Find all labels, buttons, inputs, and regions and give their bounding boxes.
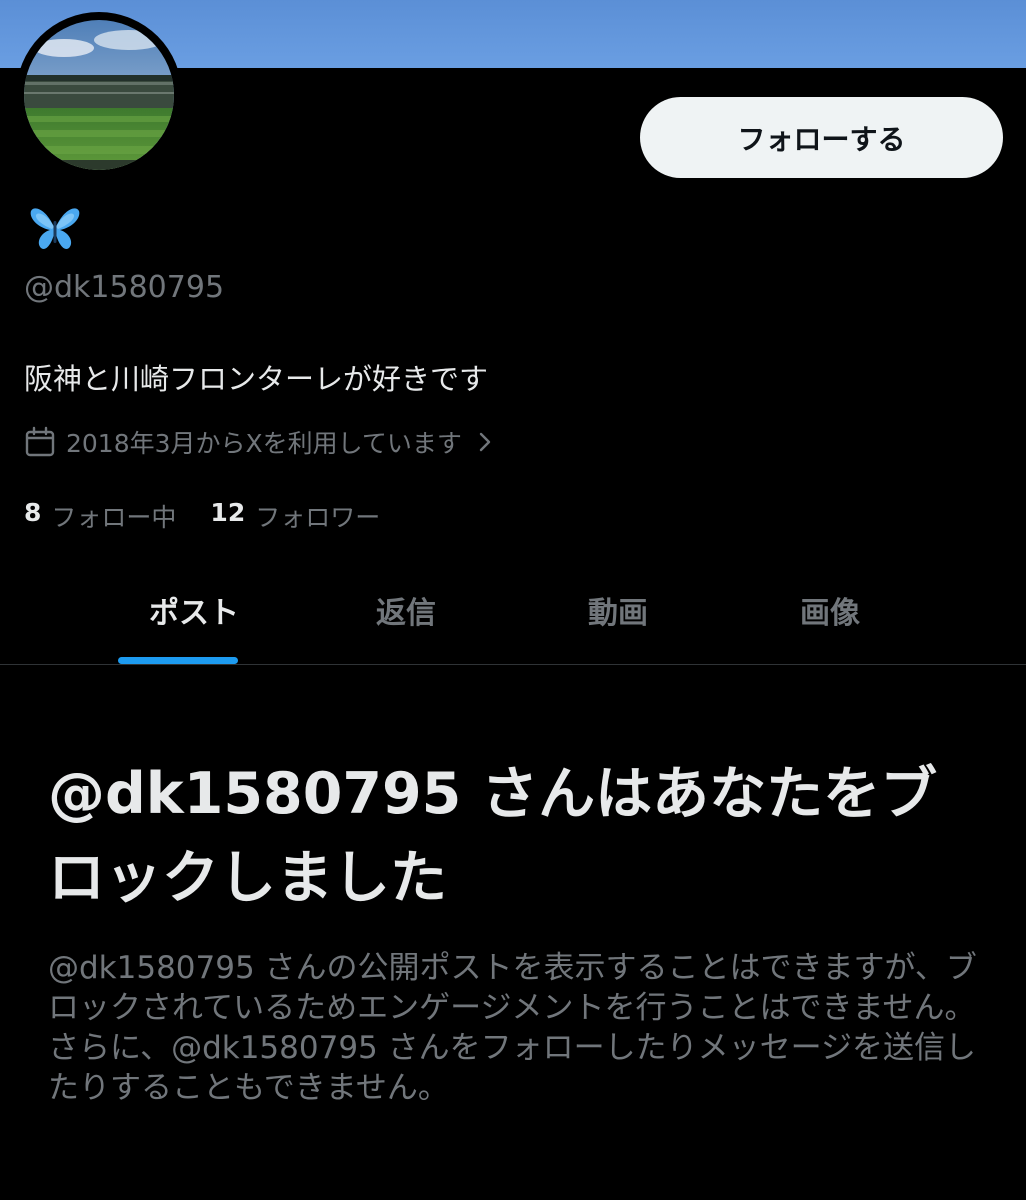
- following-label: フォロー中: [51, 503, 177, 532]
- blocked-title: @dk1580795 さんはあなたをブロックしました: [48, 761, 938, 911]
- followers-count: 12: [210, 498, 246, 527]
- joined-date-row[interactable]: 2018年3月からXを利用しています: [24, 424, 496, 460]
- tab-videos-label: 動画: [588, 596, 648, 631]
- profile-handle: @dk1580795: [24, 270, 225, 305]
- tab-images[interactable]: 画像: [724, 570, 936, 664]
- following-count: 8: [24, 498, 42, 527]
- tabs-divider: [0, 664, 1026, 665]
- followers-stat[interactable]: 12 フォロワー: [210, 498, 380, 534]
- follow-stats: 8 フォロー中 12 フォロワー: [24, 498, 414, 534]
- tab-replies-label: 返信: [376, 596, 436, 631]
- avatar[interactable]: [16, 12, 182, 178]
- tab-posts[interactable]: ポスト: [88, 570, 300, 664]
- active-tab-indicator: [118, 657, 238, 664]
- calendar-icon: [25, 426, 55, 457]
- tab-posts-label: ポスト: [149, 596, 239, 631]
- tab-images-label: 画像: [800, 596, 860, 631]
- profile-tabs: ポスト 返信 動画 画像: [0, 570, 1026, 664]
- joined-date-text: 2018年3月からXを利用しています: [66, 429, 462, 458]
- profile-bio: 阪神と川崎フロンターレが好きです: [24, 362, 489, 396]
- tab-videos[interactable]: 動画: [512, 570, 724, 664]
- blocked-description: @dk1580795 さんの公開ポストを表示することはできますが、ブロックされて…: [48, 950, 977, 1106]
- following-stat[interactable]: 8 フォロー中: [24, 498, 176, 534]
- butterfly-icon: [30, 208, 80, 249]
- tab-replies[interactable]: 返信: [300, 570, 512, 664]
- display-name: [28, 203, 82, 253]
- followers-label: フォロワー: [255, 503, 381, 532]
- avatar-stadium-image: [24, 20, 174, 170]
- follow-button[interactable]: フォローする: [640, 97, 1003, 178]
- chevron-right-icon: [479, 432, 491, 452]
